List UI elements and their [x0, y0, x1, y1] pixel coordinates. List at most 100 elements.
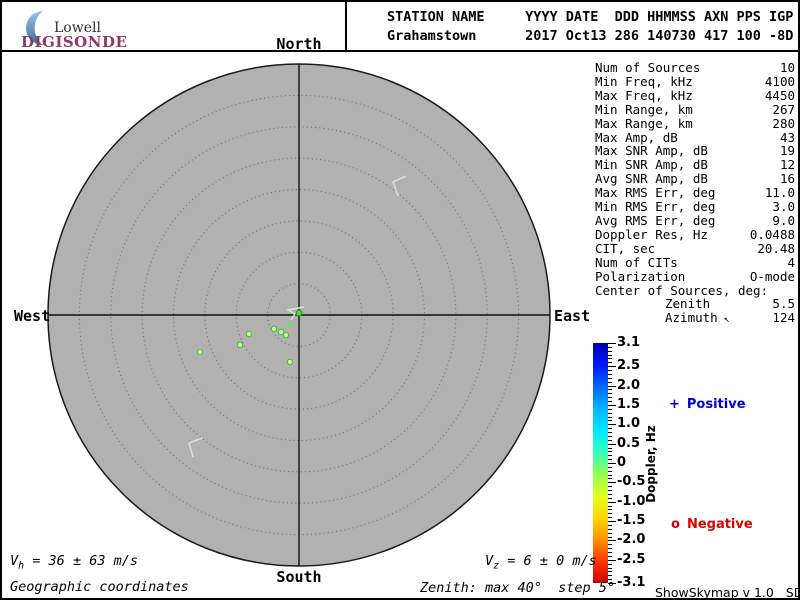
- stat-row: Max Range, km 280: [595, 115, 795, 131]
- stat-label: Max Range, km: [595, 115, 693, 131]
- source-dot: [286, 358, 294, 366]
- colorbar-major-tick: [608, 385, 616, 387]
- colorbar-minor-tick: [608, 412, 612, 414]
- stat-label: Max SNR Amp, dB: [595, 143, 708, 159]
- stat-value: 124: [772, 310, 795, 326]
- legend-positive: + Positive: [669, 397, 746, 412]
- colorbar-minor-tick: [608, 416, 612, 418]
- source-dot: [270, 325, 278, 333]
- stat-row: Max Freq, kHz 4450: [595, 87, 795, 103]
- colorbar-tick-label: 2.0: [617, 377, 641, 393]
- stat-label: CIT, sec: [595, 240, 656, 256]
- stat-row: Max SNR Amp, dB 19: [595, 144, 795, 158]
- stat-value: 20.48: [757, 240, 795, 256]
- colorbar-major-tick: [608, 559, 616, 561]
- colorbar-minor-tick: [608, 528, 612, 530]
- colorbar-tick-label: -2.0: [617, 532, 646, 548]
- stat-label: Min Freq, kHz: [595, 73, 693, 89]
- colorbar-major-tick: [608, 540, 616, 542]
- colorbar-minor-tick: [608, 544, 612, 546]
- stat-row: Doppler Res, Hz 0.0488: [595, 227, 795, 242]
- colorbar-minor-tick: [608, 524, 612, 526]
- stat-label: Max Freq, kHz: [595, 87, 693, 103]
- stat-row: Avg SNR Amp, dB 16: [595, 172, 795, 186]
- stat-value: 3.0: [772, 199, 795, 215]
- coordinates-note: Geographic coordinates: [10, 579, 189, 595]
- stat-row: Polarization O-mode: [595, 268, 795, 284]
- stat-row: Min Freq, kHz 4100: [595, 75, 795, 89]
- colorbar-tick-label: 2.5: [617, 358, 641, 374]
- colorbar-minor-tick: [608, 358, 612, 360]
- stat-label: Avg RMS Err, deg: [595, 212, 716, 228]
- colorbar-minor-tick: [608, 362, 612, 364]
- stat-value: 4450: [764, 87, 795, 103]
- stat-row: Max Amp, dB 43: [595, 129, 795, 145]
- stat-label: Zenith: [665, 296, 711, 312]
- stat-value: 19: [779, 143, 795, 159]
- stat-label: Max RMS Err, deg: [595, 185, 716, 201]
- colorbar-minor-tick: [608, 389, 612, 391]
- app-version-label: ShowSkymap v 1.0 SD v 5.1: [655, 585, 798, 600]
- stat-row: Min SNR Amp, dB 12: [595, 158, 795, 172]
- compass-north-label: North: [276, 35, 322, 53]
- stat-value: O-mode: [749, 268, 795, 284]
- vh-symbol: V: [10, 553, 19, 569]
- stat-value: 43: [779, 129, 795, 145]
- stat-label: Center of Sources, deg:: [595, 282, 769, 298]
- vz-symbol: V: [485, 553, 494, 569]
- stat-row: Min RMS Err, deg 3.0: [595, 200, 795, 214]
- zenith-range-note: Zenith: max 40° step 5°: [420, 580, 616, 596]
- colorbar-major-tick: [608, 366, 616, 368]
- source-dot: [282, 331, 290, 339]
- colorbar-major-tick: [608, 343, 616, 344]
- vz-value: = 6 ± 0 m/s: [499, 553, 597, 569]
- stat-label: Min RMS Err, deg: [595, 199, 716, 215]
- colorbar-tick-label: 3.1: [617, 335, 641, 350]
- stat-label: Min Range, km: [595, 101, 693, 117]
- colorbar-minor-tick: [608, 563, 612, 565]
- stat-label: Num of CITs: [595, 254, 678, 270]
- stat-value: 16: [779, 171, 795, 187]
- stat-value: 267: [772, 101, 795, 117]
- stat-row: Azimuth ↖ 124: [595, 311, 795, 327]
- source-dot: [236, 341, 244, 349]
- source-dot: [277, 328, 285, 336]
- colorbar-minor-tick: [608, 513, 612, 515]
- source-dot-bright: [295, 309, 303, 317]
- colorbar-axis-label: Doppler, Hz: [644, 425, 658, 503]
- stat-value: 5.5: [772, 296, 795, 312]
- stat-row: Center of Sources, deg:: [595, 282, 795, 298]
- colorbar-tick-label: 1.5: [617, 396, 641, 412]
- colorbar-minor-tick: [608, 401, 612, 403]
- stat-value: 4100: [764, 73, 795, 89]
- legend-negative-label: Negative: [686, 517, 753, 532]
- stat-label: Min SNR Amp, dB: [595, 157, 708, 173]
- colorbar-tick-label: -2.5: [617, 551, 646, 567]
- colorbar-minor-tick: [608, 377, 612, 379]
- skymap-window: Lowell DIGISONDE STATION NAME YYYY DATE …: [0, 0, 800, 600]
- stat-value: 10: [779, 60, 795, 75]
- stat-label: Azimuth: [665, 310, 718, 326]
- colorbar-minor-tick: [608, 381, 612, 383]
- colorbar-minor-tick: [608, 397, 612, 399]
- colorbar-minor-tick: [608, 346, 612, 348]
- colorbar-minor-tick: [608, 567, 612, 569]
- source-dot: [196, 348, 204, 356]
- colorbar-minor-tick: [608, 354, 612, 356]
- colorbar-minor-tick: [608, 517, 612, 519]
- stat-label: Max Amp, dB: [595, 129, 678, 145]
- circle-marker-icon: o: [671, 517, 680, 532]
- colorbar-minor-tick: [608, 370, 612, 372]
- stat-value: 280: [772, 115, 795, 131]
- source-dot: [245, 330, 253, 338]
- compass-east-label: East: [554, 307, 591, 325]
- compass-south-label: South: [276, 568, 322, 586]
- colorbar-minor-tick: [608, 555, 612, 557]
- legend-positive-label: Positive: [686, 397, 746, 412]
- colorbar-minor-tick: [608, 575, 612, 577]
- stat-row: Avg RMS Err, deg 9.0: [595, 214, 795, 228]
- stat-value: 4: [787, 254, 795, 270]
- colorbar-tick-label: -1.5: [617, 513, 646, 529]
- colorbar-minor-tick: [608, 548, 612, 550]
- colorbar-major-tick: [608, 521, 616, 523]
